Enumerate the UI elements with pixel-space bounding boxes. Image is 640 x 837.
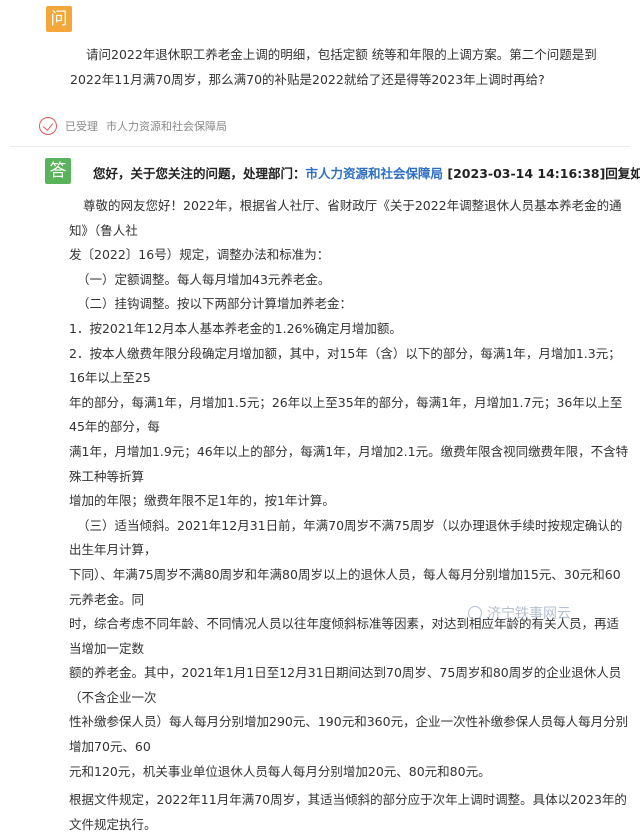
status-department: 市人力资源和社会保障局 (106, 120, 227, 133)
watermark: 济宁铁事网云 (468, 603, 571, 623)
answer-paragraph: 根据文件规定，2022年11月年满70周岁，其适当倾斜的部分应于次年上调时调整。… (69, 792, 627, 832)
answer-paragraph: 尊敬的网友您好！2022年，根据省人社厅、省财政厅《关于2022年调整退休人员基… (69, 198, 622, 238)
question-line-2: 岁，那么满70的补贴是2022就给了还是得等2023年上调时再给? (183, 72, 545, 87)
answer-paragraph: 年的部分，每满1年，月增加1.5元；26年以上至35年的部分，每满1年，月增加1… (69, 394, 623, 435)
question-text: 请问2022年退休职工养老金上调的明细，包括定额 统等和年限的上调方案。第二个问… (70, 42, 626, 92)
answer-badge: 答 (45, 158, 71, 184)
answer-paragraph: 2．按本人缴费年限分段确定月增加额，其中，对15年（含）以下的部分，每满1年，月… (69, 345, 621, 386)
watermark-logo-icon (468, 606, 482, 620)
answer-paragraph: （三）适当倾斜。2021年12月31日前，年满70周岁不满75周岁（以办理退休手… (69, 517, 623, 558)
answer-header-time: [2023-03-14 14:16:38]回复如下： (447, 166, 640, 181)
answer-paragraph: （二）挂钩调整。按以下两部分计算增加养老金： (77, 296, 353, 312)
answer-header-prefix: 您好，关于您关注的问题，处理部门： (93, 166, 306, 181)
answer-body: 尊敬的网友您好！2022年，根据省人社厅、省财政厅《关于2022年调整退休人员基… (69, 194, 631, 837)
status-label: 已受理 (65, 120, 98, 133)
answer-paragraph: 额的养老金。其中，2021年1月1日至12月31日期间达到70周岁、75周岁和8… (69, 665, 622, 705)
answer-header: 您好，关于您关注的问题，处理部门：市人力资源和社会保障局 [2023-03-14… (93, 163, 640, 182)
answer-paragraph: 满1年，月增加1.9元；46年以上的部分，每满1年，月增加2.1元。缴费年限含视… (69, 443, 629, 484)
status-row: 已受理 市人力资源和社会保障局 (39, 116, 227, 136)
answer-paragraph: 增加的年限；缴费年限不足1年的，按1年计算。 (69, 493, 335, 509)
divider (10, 146, 630, 147)
answer-paragraph: 1．按2021年12月本人基本养老金的1.26%确定月增加额。 (69, 320, 402, 336)
check-circle-icon (39, 117, 57, 135)
answer-header-department-link[interactable]: 市人力资源和社会保障局 (306, 166, 444, 181)
answer-paragraph: 发〔2022〕16号）规定，调整办法和标准为： (69, 247, 330, 263)
answer-paragraph: 性补缴参保人员）每人每月分别增加290元、190元和360元，企业一次性补缴参保… (69, 714, 629, 755)
watermark-text: 济宁铁事网云 (487, 606, 571, 622)
answer-paragraph: （一）定额调整。每人每月增加43元养老金。 (77, 271, 331, 287)
question-badge: 问 (46, 6, 72, 32)
answer-paragraph: 元和120元，机关事业单位退休人员每人每月分别增加20元、80元和80元。 (69, 763, 491, 779)
